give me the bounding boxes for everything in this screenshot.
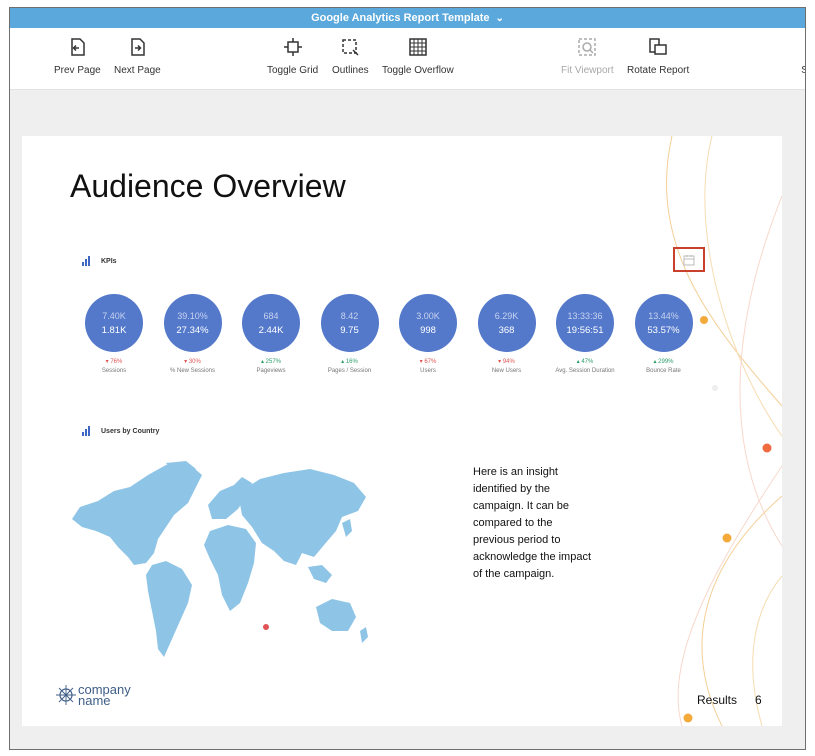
overflow-icon [409, 38, 427, 56]
bar-chart-icon [82, 426, 91, 436]
next-page-label: Next Page [114, 65, 161, 76]
kpi-circle: 39.10% 27.34% [163, 294, 222, 352]
compass-logo-icon [56, 685, 76, 705]
toggle-overflow-button[interactable]: Toggle Overflow [382, 36, 454, 76]
kpi-current-value: 1.81K [101, 324, 127, 336]
kpi-current-value: 368 [498, 324, 515, 336]
world-map [72, 461, 368, 657]
outlines-button[interactable]: Outlines [332, 36, 369, 76]
kpi-current-value: 53.57% [647, 324, 680, 336]
prev-page-icon [71, 38, 86, 56]
kpi-circle: 13:33:36 19:56:51 [556, 294, 614, 352]
kpi-item: 3.00K 998 ▾ 67% Users [388, 294, 468, 374]
date-range-button[interactable] [673, 247, 705, 272]
kpi-label: Users [420, 368, 436, 374]
kpi-previous-value: 13:33:36 [567, 310, 603, 321]
rotate-report-button[interactable]: Rotate Report [627, 36, 689, 76]
window-title: Google Analytics Report Template [311, 12, 490, 24]
bar-chart-icon [82, 256, 91, 266]
kpi-current-value: 19:56:51 [566, 324, 604, 336]
kpi-change: ▴ 257% [260, 359, 282, 365]
kpi-item: 8.42 9.75 ▴ 16% Pages / Session [310, 294, 390, 374]
calendar-icon [683, 254, 695, 265]
kpi-section-header: KPIs [82, 256, 117, 266]
kpi-item: 39.10% 27.34% ▾ 30% % New Sessions [153, 294, 233, 374]
kpi-previous-value: 7.40K [102, 310, 126, 321]
kpi-change: ▾ 30% [184, 359, 201, 365]
map-section-label: Users by Country [101, 427, 160, 435]
kpi-previous-value: 39.10% [177, 310, 208, 321]
kpi-circle: 8.42 9.75 [320, 294, 379, 352]
kpi-circle: 6.29K 368 [477, 294, 536, 352]
toggle-grid-label: Toggle Grid [267, 65, 319, 76]
kpi-previous-value: 13.44% [648, 310, 679, 321]
kpi-item: 13:33:36 19:56:51 ▴ 47% Avg. Session Durati… [545, 294, 625, 374]
kpi-previous-value: 6.29K [494, 310, 519, 321]
kpi-circle: 684 2.44K [242, 294, 300, 352]
logo-line2: name [78, 693, 111, 708]
toolbar: Prev Page Next Page Toggle Grid Outlines… [10, 28, 805, 90]
fit-viewport-button[interactable]: Fit Viewport [561, 36, 614, 76]
title-bar[interactable]: Google Analytics Report Template ⌄ [10, 8, 805, 28]
insight-text: Here is an insight identified by the cam… [473, 466, 592, 580]
page-title: Audience Overview [70, 168, 346, 204]
kpi-label: Avg. Session Duration [555, 368, 615, 374]
outlines-label: Outlines [332, 65, 369, 76]
kpi-label: Pages / Session [327, 368, 372, 374]
company-logo: company name [56, 683, 131, 708]
kpi-label: Sessions [101, 368, 127, 374]
kpi-label: Bounce Rate [646, 368, 681, 374]
prev-page-label: Prev Page [54, 65, 101, 76]
kpi-item: 7.40K 1.81K ▾ 76% Sessions [74, 294, 154, 374]
kpi-item: 684 2.44K ▴ 257% Pageviews [231, 294, 311, 374]
next-page-icon [131, 38, 146, 56]
chevron-down-icon[interactable]: ⌄ [496, 9, 504, 29]
map-section-header: Users by Country [82, 426, 159, 436]
kpi-current-value: 27.34% [176, 324, 209, 336]
kpi-change: ▾ 67% [419, 359, 437, 365]
continents [72, 461, 368, 657]
kpi-circle: 3.00K 998 [399, 294, 457, 352]
kpi-current-value: 9.75 [340, 324, 359, 336]
page-number: 6 [755, 693, 762, 707]
kpi-previous-value: 3.00K [416, 310, 440, 321]
kpi-circle: 13.44% 53.57% [634, 294, 693, 352]
toggle-overflow-label: Toggle Overflow [382, 65, 454, 76]
kpi-change: ▴ 299% [653, 359, 674, 365]
kpi-section-label: KPIs [101, 257, 117, 265]
kpi-change: ▾ 76% [105, 359, 123, 365]
kpi-item: 6.29K 368 ▾ 94% New Users [467, 294, 547, 374]
report-page: Audience Overview KPIs 7.40K 1.81K ▾ 76% Se… [22, 136, 782, 726]
footer-label: Results [697, 693, 738, 707]
kpi-change: ▴ 16% [341, 359, 358, 365]
kpi-change: ▴ 47% [576, 359, 594, 365]
cut-off-toolbar-button[interactable]: St [795, 36, 806, 76]
kpi-previous-value: 684 [263, 310, 279, 321]
kpi-current-value: 2.44K [258, 324, 284, 336]
fit-viewport-icon [578, 38, 597, 56]
cut-off-icon [795, 36, 806, 58]
toggle-grid-button[interactable]: Toggle Grid [267, 36, 318, 76]
prev-page-button[interactable]: Prev Page [54, 36, 101, 76]
kpi-previous-value: 8.42 [340, 310, 359, 321]
cut-off-label: St [801, 65, 805, 76]
next-page-button[interactable]: Next Page [114, 36, 161, 76]
kpi-circle: 7.40K 1.81K [85, 294, 143, 352]
kpi-label: % New Sessions [169, 368, 216, 374]
kpi-label: Pageviews [256, 368, 286, 374]
report-viewer-window: Google Analytics Report Template ⌄ Prev P… [9, 7, 806, 750]
grid-icon [283, 38, 302, 56]
rotate-icon [649, 38, 667, 55]
kpi-change: ▾ 94% [498, 359, 515, 365]
location-marker [263, 624, 269, 630]
outlines-icon [342, 39, 359, 56]
fit-viewport-label: Fit Viewport [561, 65, 614, 76]
rotate-report-label: Rotate Report [627, 65, 690, 76]
kpi-label: New Users [491, 368, 522, 374]
kpi-current-value: 998 [420, 324, 436, 336]
logo-text: company name [78, 683, 131, 708]
kpi-item: 13.44% 53.57% ▴ 299% Bounce Rate [624, 294, 704, 374]
